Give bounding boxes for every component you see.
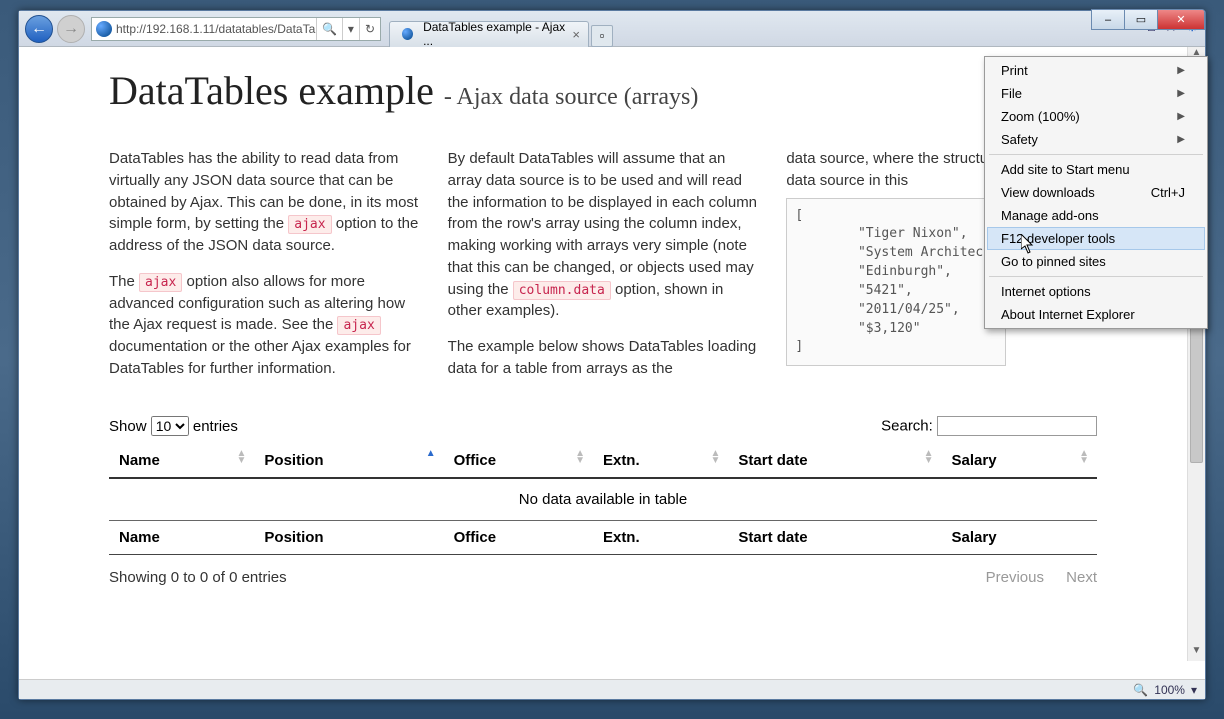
prev-button[interactable]: Previous: [986, 569, 1044, 586]
menu-add-start[interactable]: Add site to Start menu: [987, 158, 1205, 181]
menu-about-ie[interactable]: About Internet Explorer: [987, 303, 1205, 326]
length-select[interactable]: 10: [151, 416, 189, 436]
minimize-button[interactable]: –: [1091, 9, 1125, 30]
length-label-a: Show: [109, 418, 147, 435]
col-name[interactable]: Name▲▼: [109, 444, 254, 478]
fcol: Position: [254, 520, 443, 554]
text: documentation or the other Ajax examples…: [109, 338, 411, 377]
menu-safety[interactable]: Safety▶: [987, 128, 1205, 151]
code-columndata: column.data: [513, 281, 611, 300]
col-extn[interactable]: Extn.▲▼: [593, 444, 728, 478]
browser-tab[interactable]: DataTables example - Ajax ... ×: [389, 21, 589, 47]
url-input[interactable]: [116, 22, 316, 36]
pagination: Previous Next: [968, 569, 1097, 586]
datatable-footer: Showing 0 to 0 of 0 entries Previous Nex…: [109, 569, 1097, 586]
length-label-b: entries: [193, 418, 238, 435]
menu-internet-options[interactable]: Internet options: [987, 280, 1205, 303]
refresh-icon[interactable]: ↻: [359, 18, 380, 40]
col-startdate[interactable]: Start date▲▼: [728, 444, 941, 478]
intro-col-1: DataTables has the ability to read data …: [109, 148, 420, 380]
menu-zoom[interactable]: Zoom (100%)▶: [987, 105, 1205, 128]
col-salary[interactable]: Salary▲▼: [942, 444, 1097, 478]
next-button[interactable]: Next: [1066, 569, 1097, 586]
text: The example below shows DataTables loadi…: [448, 336, 759, 380]
code-ajax: ajax: [337, 316, 380, 335]
code-sample: [ "Tiger Nixon", "System Architect", "Ed…: [786, 198, 1006, 367]
browser-toolbar: ← → 🔍 ▾ ↻ DataTables example - Ajax ... …: [19, 11, 1205, 47]
menu-f12-devtools[interactable]: F12 developer tools: [987, 227, 1205, 250]
title-main: DataTables example: [109, 68, 434, 113]
menu-separator: [989, 154, 1203, 155]
text: The: [109, 273, 139, 290]
stop-icon[interactable]: ▾: [342, 18, 359, 40]
address-bar[interactable]: 🔍 ▾ ↻: [91, 17, 381, 41]
menu-file[interactable]: File▶: [987, 82, 1205, 105]
new-tab-button[interactable]: ▫: [591, 25, 613, 47]
zoom-icon[interactable]: 🔍: [1133, 683, 1148, 697]
close-button[interactable]: ✕: [1157, 9, 1205, 30]
status-bar: 🔍 100% ▾: [19, 679, 1205, 699]
forward-button[interactable]: →: [57, 15, 85, 43]
intro-col-2: By default DataTables will assume that a…: [448, 148, 759, 380]
favicon-icon: [96, 21, 112, 37]
fcol: Name: [109, 520, 254, 554]
tab-strip: DataTables example - Ajax ... × ▫: [389, 11, 613, 47]
tab-title: DataTables example - Ajax ...: [423, 20, 566, 48]
menu-separator: [989, 276, 1203, 277]
title-sub: - Ajax data source (arrays): [444, 84, 699, 110]
fcol: Extn.: [593, 520, 728, 554]
scroll-down-icon[interactable]: ▼: [1188, 645, 1205, 661]
datatable-controls: Show 10 entries Search:: [109, 416, 1097, 436]
fcol: Start date: [728, 520, 941, 554]
zoom-level[interactable]: 100%: [1154, 683, 1185, 697]
search-icon[interactable]: 🔍: [316, 18, 342, 40]
menu-view-downloads[interactable]: View downloadsCtrl+J: [987, 181, 1205, 204]
tools-menu: Print▶ File▶ Zoom (100%)▶ Safety▶ Add si…: [984, 56, 1208, 329]
data-table: Name▲▼ Position▲ Office▲▼ Extn.▲▼ Start …: [109, 444, 1097, 555]
menu-print[interactable]: Print▶: [987, 59, 1205, 82]
code-ajax: ajax: [139, 273, 182, 292]
zoom-dropdown-icon[interactable]: ▾: [1191, 683, 1197, 697]
page-title: DataTables example - Ajax data source (a…: [109, 68, 698, 113]
fcol: Office: [444, 520, 593, 554]
search-input[interactable]: [937, 416, 1097, 436]
tab-favicon-icon: [402, 28, 413, 40]
length-control: Show 10 entries: [109, 416, 238, 436]
window-controls: – ▭ ✕: [1092, 9, 1205, 30]
maximize-button[interactable]: ▭: [1124, 9, 1158, 30]
text: By default DataTables will assume that a…: [448, 150, 757, 298]
search-control: Search:: [881, 416, 1097, 436]
col-position[interactable]: Position▲: [254, 444, 443, 478]
empty-row: No data available in table: [109, 478, 1097, 521]
table-info: Showing 0 to 0 of 0 entries: [109, 569, 287, 586]
table-header-row: Name▲▼ Position▲ Office▲▼ Extn.▲▼ Start …: [109, 444, 1097, 478]
empty-text: No data available in table: [109, 478, 1097, 521]
intro-columns: DataTables has the ability to read data …: [109, 148, 1097, 380]
menu-manage-addons[interactable]: Manage add-ons: [987, 204, 1205, 227]
fcol: Salary: [942, 520, 1097, 554]
back-button[interactable]: ←: [25, 15, 53, 43]
col-office[interactable]: Office▲▼: [444, 444, 593, 478]
tab-close-icon[interactable]: ×: [572, 27, 580, 42]
code-ajax: ajax: [288, 215, 331, 234]
search-label: Search:: [881, 417, 933, 434]
table-footer-row: Name Position Office Extn. Start date Sa…: [109, 520, 1097, 554]
menu-pinned-sites[interactable]: Go to pinned sites: [987, 250, 1205, 273]
